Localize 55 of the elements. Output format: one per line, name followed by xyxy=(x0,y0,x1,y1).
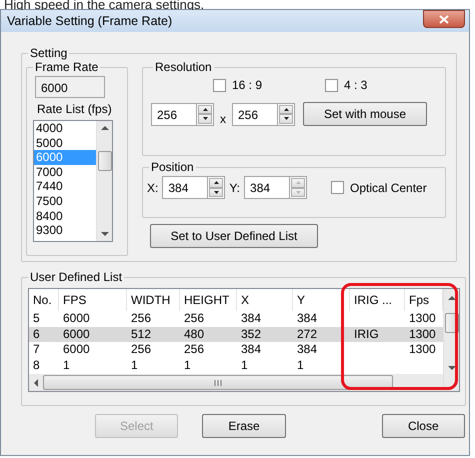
rate-list-item[interactable]: 4000 xyxy=(34,121,96,136)
table-cell: 1300 xyxy=(405,326,443,342)
dialog-button[interactable]: Close xyxy=(382,414,465,438)
scroll-left-icon[interactable] xyxy=(33,378,39,386)
table-cell: IRIG xyxy=(350,326,405,342)
rate-list-item[interactable]: 5000 xyxy=(34,136,96,150)
group-label: User Defined List xyxy=(29,270,124,284)
table-cell: 480 xyxy=(180,326,237,342)
number-field[interactable]: 384 xyxy=(244,176,290,199)
rate-list-item[interactable]: 9300 xyxy=(34,223,96,238)
scroll-up-icon[interactable] xyxy=(448,295,456,301)
number-field[interactable]: 256 xyxy=(151,102,197,126)
dialog-button[interactable]: Erase xyxy=(202,414,286,438)
checkbox[interactable] xyxy=(331,181,344,194)
rate-list-item[interactable]: 7500 xyxy=(34,194,96,209)
spin-buttons[interactable] xyxy=(197,102,214,126)
scroll-down-icon[interactable] xyxy=(100,231,108,237)
table-cell: 6 xyxy=(29,326,59,342)
checkbox[interactable] xyxy=(213,78,226,92)
checkbox[interactable] xyxy=(325,78,338,92)
spin-buttons[interactable] xyxy=(278,102,295,126)
x-label: X: xyxy=(147,180,158,194)
checkbox-label: 16 : 9 xyxy=(232,78,262,92)
table-cell: 512 xyxy=(127,326,180,342)
scroll-up-icon[interactable] xyxy=(100,125,108,131)
number-field[interactable]: 256 xyxy=(232,102,278,126)
group-label: Resolution xyxy=(154,60,213,74)
group-label: Setting xyxy=(29,46,68,60)
group-label: Frame Rate xyxy=(34,60,100,74)
list-label: Rate List (fps) xyxy=(37,102,113,116)
number-field[interactable]: 384 xyxy=(162,176,208,199)
set-with-mouse-button[interactable]: Set with mouse xyxy=(303,102,427,126)
scrollbar-thumb[interactable] xyxy=(98,151,112,171)
rate-list-item[interactable]: 8400 xyxy=(34,208,96,224)
horizontal-scrollbar[interactable] xyxy=(29,374,443,391)
frame-rate-field: 6000 xyxy=(35,76,105,98)
times-label: x xyxy=(220,112,226,126)
rate-list[interactable]: 4000 5000 6000 7000 7440 7500 8400 9300 xyxy=(33,120,113,242)
close-button[interactable] xyxy=(423,10,465,28)
scrollbar[interactable] xyxy=(96,121,112,241)
grip-icon xyxy=(213,380,223,386)
window-title: Variable Setting (Frame Rate) xyxy=(7,14,172,28)
rate-list-item[interactable]: 7440 xyxy=(34,179,96,194)
spin-buttons[interactable] xyxy=(208,176,226,199)
y-label: Y: xyxy=(229,180,240,194)
set-to-user-defined-list-button[interactable]: Set to User Defined List xyxy=(150,224,318,248)
table-cell: 352 xyxy=(237,326,293,342)
checkbox-label: 4 : 3 xyxy=(344,78,368,92)
close-icon[interactable] xyxy=(439,14,449,24)
scroll-down-icon[interactable] xyxy=(448,365,456,371)
checkbox-label: Optical Center xyxy=(350,180,427,194)
group-label: Position xyxy=(150,160,195,174)
scrollbar-thumb[interactable] xyxy=(43,375,393,390)
table-cell: 6000 xyxy=(59,326,127,342)
rate-list-item[interactable]: 7000 xyxy=(34,164,96,180)
